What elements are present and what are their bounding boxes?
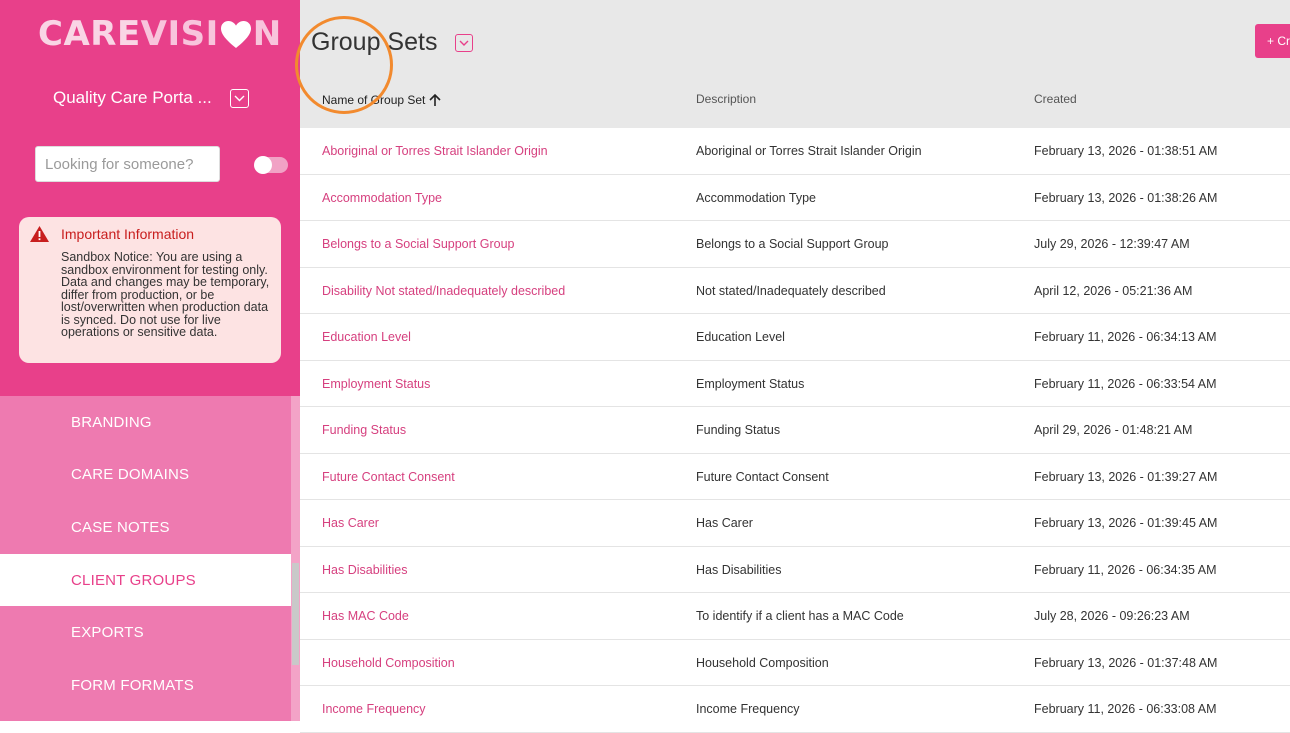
logo-text-visi: VISI (140, 14, 219, 54)
table-row[interactable]: Future Contact Consent Future Contact Con… (300, 454, 1290, 500)
group-set-created-date: February 11, 2026 - 06:34:35 AM (1034, 562, 1217, 577)
table-row[interactable]: Has Disabilities Has Disabilities February… (300, 547, 1290, 593)
group-set-name-link[interactable]: Employment Status (322, 377, 430, 391)
table-row[interactable]: Employment Status Employment Status Februa… (300, 361, 1290, 407)
group-set-created-date: February 13, 2026 - 01:38:51 AM (1034, 144, 1218, 158)
sidebar-item-case-notes[interactable]: CASE NOTES (0, 501, 291, 554)
info-header: Important Information (29, 225, 271, 243)
column-header-created[interactable]: Created (1034, 92, 1077, 106)
table-row[interactable]: Income Frequency Income Frequency February… (300, 686, 1290, 733)
column-header-name[interactable]: Name of Group Set (322, 92, 443, 108)
group-set-created-date: February 13, 2026 - 01:39:45 AM (1034, 516, 1218, 530)
chevron-down-icon[interactable] (229, 88, 249, 108)
important-information-box: Important Information Sandbox Notice: Yo… (19, 217, 281, 363)
column-header-name-label: Name of Group Set (322, 93, 426, 107)
sidebar-nav: BRANDING CARE DOMAINS CASE NOTES CLIENT GRO… (0, 396, 291, 721)
page-title: Group Sets (311, 28, 438, 56)
group-set-description: Future Contact Consent (696, 469, 829, 484)
group-set-description: To identify if a client has a MAC Code (696, 609, 904, 623)
group-set-created-date: February 13, 2026 - 01:37:48 AM (1034, 655, 1218, 670)
table-row[interactable]: Education Level Education Level February 1… (300, 314, 1290, 361)
group-set-created-date: February 11, 2026 - 06:34:13 AM (1034, 330, 1217, 344)
sidebar-item-form-formats[interactable]: FORM FORMATS (0, 659, 291, 712)
group-set-name-link[interactable]: Accommodation Type (322, 191, 442, 205)
logo-text-care: CARE (38, 14, 141, 54)
table-row[interactable]: Funding Status Funding Status April 29, 20… (300, 407, 1290, 454)
group-set-created-date: April 12, 2026 - 05:21:36 AM (1034, 283, 1193, 298)
group-set-name-link[interactable]: Has Carer (322, 516, 379, 530)
sandbox-notice-text: Sandbox Notice: You are using a sandbox … (61, 250, 270, 339)
warning-icon (30, 226, 49, 242)
group-set-created-date: July 28, 2026 - 09:26:23 AM (1034, 609, 1190, 623)
group-set-name-link[interactable]: Has Disabilities (322, 563, 407, 577)
create-button[interactable]: + Cr (1255, 24, 1290, 58)
group-set-description: Aboriginal or Torres Strait Islander Ori… (696, 144, 922, 158)
group-set-description: Education Level (696, 330, 785, 344)
group-set-name-link[interactable]: Disability Not stated/Inadequately descr… (322, 284, 565, 298)
sidebar-item-branding[interactable]: BRANDING (0, 396, 291, 449)
table-row[interactable]: Household Composition Household Compositi… (300, 640, 1290, 686)
sidebar-scrollbar-thumb[interactable] (292, 563, 299, 665)
group-set-description: Employment Status (696, 376, 805, 391)
logo-text-n: N (252, 14, 282, 54)
sidebar-item-client-groups[interactable]: CLIENT GROUPS (0, 553, 291, 607)
group-set-name-link[interactable]: Belongs to a Social Support Group (322, 237, 514, 251)
group-set-name-link[interactable]: Aboriginal or Torres Strait Islander Ori… (322, 144, 548, 158)
column-header-description[interactable]: Description (696, 92, 756, 106)
column-header-created-label: Created (1034, 92, 1077, 106)
group-set-name-link[interactable]: Household Composition (322, 656, 455, 670)
toggle-knob (254, 156, 272, 174)
group-set-created-date: February 11, 2026 - 06:33:08 AM (1034, 702, 1217, 716)
search-toggle[interactable] (254, 156, 288, 174)
table-row[interactable]: Has Carer Has Carer February 13, 2026 - 01… (300, 500, 1290, 547)
heart-icon (220, 21, 251, 48)
group-set-name-link[interactable]: Has MAC Code (322, 609, 409, 623)
sidebar: CAREVISI N Quality Care Porta ... Importa… (0, 0, 300, 721)
table-row[interactable]: Aboriginal or Torres Strait Islander Ori… (300, 128, 1290, 175)
group-set-description: Has Disabilities (696, 562, 782, 577)
sidebar-scrollbar[interactable] (291, 396, 300, 721)
group-set-description: Funding Status (696, 423, 781, 437)
portal-selector[interactable]: Quality Care Porta ... (53, 86, 249, 110)
main-content: Group Sets + Cr Name of Group Set Descri… (300, 0, 1290, 733)
group-set-created-date: February 13, 2026 - 01:38:26 AM (1034, 190, 1218, 205)
group-set-name-link[interactable]: Future Contact Consent (322, 470, 455, 484)
group-set-description: Belongs to a Social Support Group (696, 237, 889, 251)
info-title: Important Information (61, 226, 195, 242)
group-set-created-date: July 29, 2026 - 12:39:47 AM (1034, 237, 1190, 251)
group-set-name-link[interactable]: Income Frequency (322, 702, 426, 716)
group-set-description: Household Composition (696, 655, 829, 670)
group-set-description: Not stated/Inadequately described (696, 283, 886, 298)
group-set-name-link[interactable]: Education Level (322, 330, 411, 344)
group-set-description: Has Carer (696, 516, 753, 530)
search-input[interactable] (35, 146, 220, 182)
group-set-created-date: February 13, 2026 - 01:39:27 AM (1034, 469, 1218, 484)
group-set-description: Income Frequency (696, 702, 800, 716)
group-set-created-date: April 29, 2026 - 01:48:21 AM (1034, 423, 1193, 437)
sidebar-item-care-domains[interactable]: CARE DOMAINS (0, 449, 291, 502)
group-set-description: Accommodation Type (696, 190, 816, 205)
page-header (300, 0, 1290, 128)
group-set-created-date: February 11, 2026 - 06:33:54 AM (1034, 376, 1217, 391)
carevision-logo[interactable]: CAREVISI N (38, 14, 282, 54)
arrow-up-icon[interactable] (427, 92, 443, 108)
portal-name: Quality Care Porta ... (53, 88, 212, 107)
group-sets-table: Aboriginal or Torres Strait Islander Ori… (300, 128, 1290, 733)
chevron-down-icon[interactable] (455, 34, 473, 52)
table-row[interactable]: Disability Not stated/Inadequately descr… (300, 268, 1290, 314)
sidebar-item-exports[interactable]: EXPORTS (0, 606, 291, 659)
column-header-description-label: Description (696, 92, 757, 106)
table-row[interactable]: Accommodation Type Accommodation Type Febr… (300, 175, 1290, 221)
group-set-name-link[interactable]: Funding Status (322, 423, 406, 437)
table-row[interactable]: Has MAC Code To identify if a client has … (300, 593, 1290, 640)
table-row[interactable]: Belongs to a Social Support Group Belongs… (300, 221, 1290, 268)
